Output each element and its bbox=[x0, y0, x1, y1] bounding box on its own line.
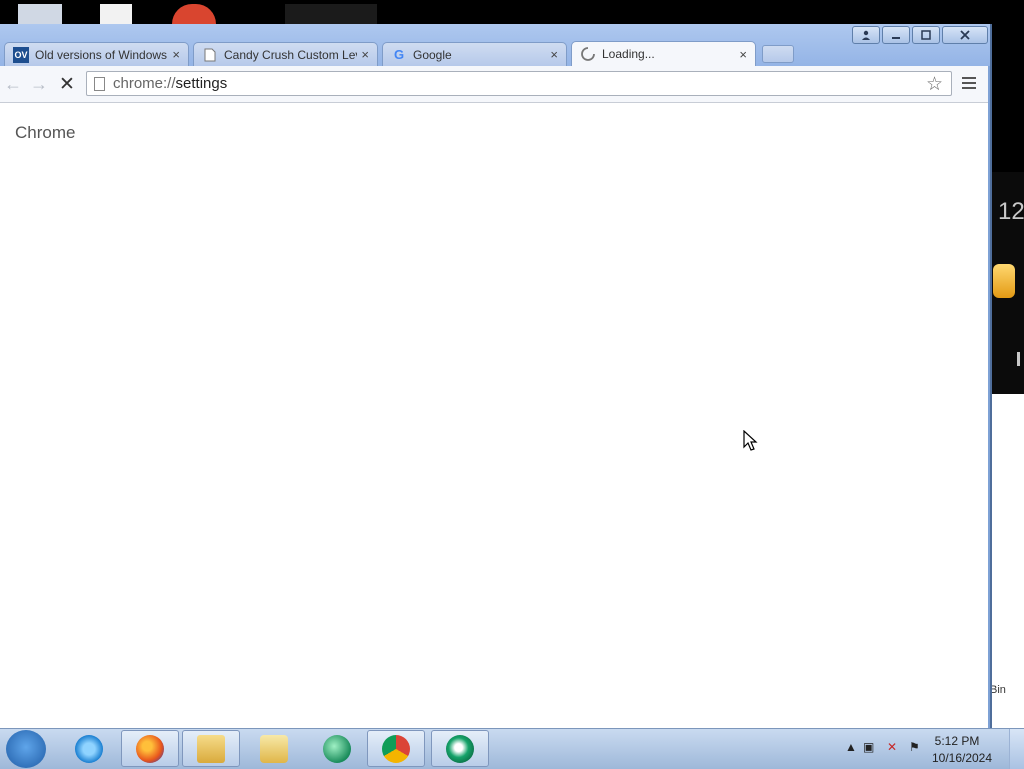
green-swirl-app-icon bbox=[446, 734, 474, 763]
mouse-cursor-icon bbox=[743, 430, 758, 451]
taskbar-internet-explorer[interactable] bbox=[60, 730, 118, 767]
clock-time[interactable]: 5:12 PM bbox=[922, 734, 992, 748]
desktop-dark-icon[interactable] bbox=[285, 4, 377, 24]
tab-close-icon[interactable]: × bbox=[739, 47, 747, 62]
taskbar-chrome[interactable] bbox=[367, 730, 425, 767]
stop-button[interactable]: ✕ bbox=[54, 71, 80, 97]
background-window-glyph bbox=[1017, 352, 1020, 366]
page-title: Chrome bbox=[15, 123, 76, 142]
media-player-icon bbox=[260, 734, 288, 763]
start-button[interactable] bbox=[6, 730, 46, 768]
loading-spinner-icon bbox=[580, 46, 596, 62]
toolbar: ← → ✕ chrome:// settings ☆ bbox=[0, 66, 988, 103]
coin-icon bbox=[993, 264, 1015, 298]
desktop-white-area bbox=[990, 394, 1024, 728]
page-icon bbox=[94, 76, 105, 91]
address-bar[interactable]: chrome:// settings ☆ bbox=[86, 71, 952, 96]
taskbar: ▲ ▣ ✕ ⚑ 5:12 PM 10/16/2024 bbox=[0, 728, 1024, 769]
tab-strip: OV Old versions of Windows × Candy Crush… bbox=[4, 41, 794, 66]
show-hidden-icons-icon[interactable]: ▲ bbox=[845, 740, 857, 754]
flag-icon[interactable]: ⚑ bbox=[909, 740, 920, 754]
maximize-icon[interactable] bbox=[912, 26, 940, 44]
new-tab-button[interactable] bbox=[762, 45, 794, 63]
tab-title: Old versions of Windows bbox=[35, 47, 168, 62]
file-explorer-icon bbox=[197, 734, 225, 763]
tab-candy-crush[interactable]: Candy Crush Custom Leve × bbox=[193, 42, 378, 66]
tab-title: Loading... bbox=[602, 47, 655, 61]
profile-icon[interactable] bbox=[852, 26, 880, 44]
google-icon: G bbox=[393, 47, 405, 62]
forward-button[interactable]: → bbox=[26, 71, 52, 97]
clock-date[interactable]: 10/16/2024 bbox=[922, 751, 1002, 765]
document-icon bbox=[202, 47, 218, 63]
taskbar-file-explorer[interactable] bbox=[182, 730, 240, 767]
oldversion-icon: OV bbox=[13, 46, 29, 63]
back-button[interactable]: ← bbox=[0, 71, 26, 97]
tab-close-icon[interactable]: × bbox=[361, 47, 369, 62]
internet-explorer-icon bbox=[75, 734, 103, 763]
url-path: settings bbox=[175, 75, 228, 92]
show-desktop-button[interactable] bbox=[1009, 729, 1024, 769]
title-bar[interactable]: OV Old versions of Windows × Candy Crush… bbox=[0, 24, 990, 66]
desktop-chrome-icon[interactable] bbox=[172, 4, 216, 24]
tab-title: Google bbox=[413, 47, 452, 62]
tab-close-icon[interactable]: × bbox=[550, 47, 558, 62]
window-controls bbox=[852, 26, 988, 44]
green-app-icon bbox=[323, 734, 351, 763]
firefox-icon bbox=[136, 734, 164, 763]
url-scheme: chrome:// bbox=[113, 75, 176, 92]
chrome-icon bbox=[382, 734, 410, 763]
desktop-document-icon[interactable] bbox=[100, 4, 132, 24]
browser-window: OV Old versions of Windows × Candy Crush… bbox=[0, 24, 992, 728]
tab-loading[interactable]: Loading... × bbox=[571, 41, 756, 66]
bookmark-star-icon[interactable]: ☆ bbox=[926, 73, 943, 96]
tab-google[interactable]: G Google × bbox=[382, 42, 567, 66]
page-content: Chrome bbox=[0, 103, 988, 728]
taskbar-green-app[interactable] bbox=[308, 730, 366, 767]
system-tray: ▲ ▣ ✕ ⚑ 5:12 PM 10/16/2024 bbox=[839, 729, 1024, 769]
action-center-icon[interactable]: ▣ bbox=[863, 740, 874, 754]
tab-title: Candy Crush Custom Leve bbox=[224, 47, 358, 62]
tab-old-versions[interactable]: OV Old versions of Windows × bbox=[4, 42, 189, 66]
taskbar-media-player[interactable] bbox=[245, 730, 303, 767]
minimize-icon[interactable] bbox=[882, 26, 910, 44]
taskbar-firefox[interactable] bbox=[121, 730, 179, 767]
close-icon[interactable] bbox=[942, 26, 988, 44]
menu-icon[interactable] bbox=[962, 74, 976, 92]
network-error-icon[interactable]: ✕ bbox=[887, 740, 897, 754]
background-window-number: 12 bbox=[998, 198, 1024, 225]
taskbar-green-swirl-app[interactable] bbox=[431, 730, 489, 767]
tab-close-icon[interactable]: × bbox=[172, 47, 180, 62]
desktop-computer-icon[interactable] bbox=[18, 4, 62, 24]
recycle-bin-label[interactable]: Bin bbox=[990, 684, 1006, 696]
